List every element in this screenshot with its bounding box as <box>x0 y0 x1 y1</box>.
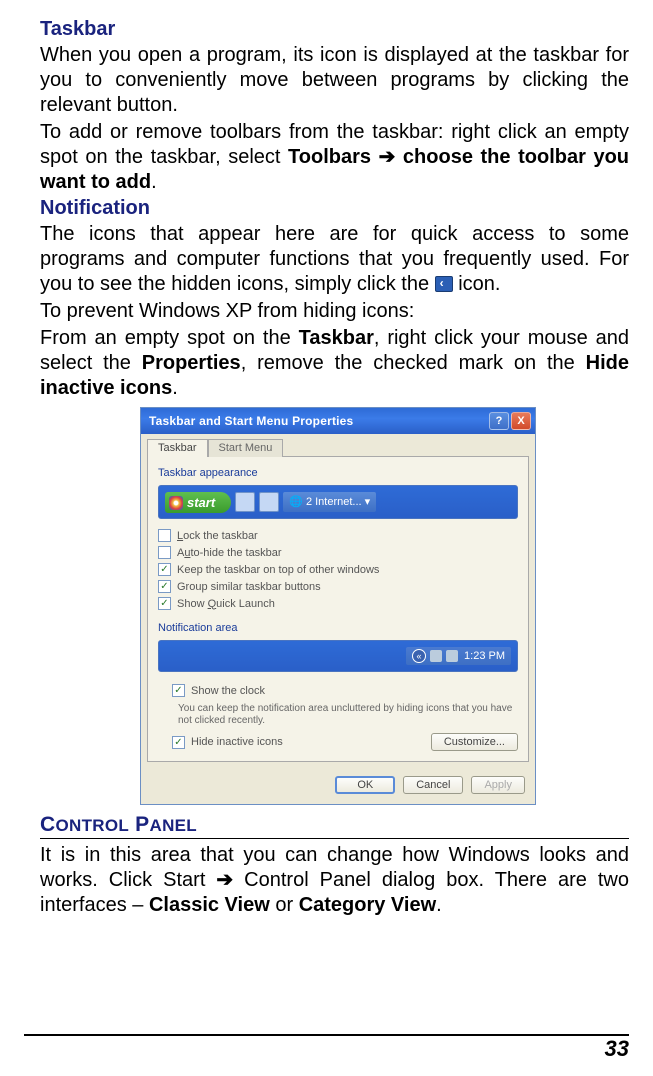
notification-preview: « 1:23 PM <box>158 640 518 672</box>
text: . <box>151 171 157 193</box>
dialog-titlebar: Taskbar and Start Menu Properties ? X <box>141 408 535 434</box>
start-button-preview: start <box>165 492 231 513</box>
group-taskbar-appearance: Taskbar appearance <box>158 467 518 479</box>
text: icon. <box>453 273 501 295</box>
bold-text: Properties <box>142 352 241 374</box>
taskbar-properties-dialog: Taskbar and Start Menu Properties ? X Ta… <box>140 407 536 805</box>
notification-paragraph-2: To prevent Windows XP from hiding icons: <box>40 299 629 324</box>
checkbox-show-clock[interactable]: Show the clock <box>172 682 518 699</box>
label: Keep the taskbar on top of other windows <box>177 564 379 576</box>
tray-expand-icon: « <box>412 649 426 663</box>
checkbox-autohide[interactable]: Auto-hide the taskbar <box>158 544 518 561</box>
notification-hint: You can keep the notification area unclu… <box>178 703 518 727</box>
quicklaunch-icon <box>259 492 279 512</box>
close-button[interactable]: X <box>511 412 531 430</box>
dialog-title: Taskbar and Start Menu Properties <box>149 414 487 428</box>
page-footer: 33 <box>24 1034 629 1062</box>
text: The icons that appear here are for quick… <box>40 223 629 295</box>
bold-text: Toolbars <box>288 146 379 168</box>
label: Hide inactive icons <box>191 736 283 748</box>
heading-taskbar: Taskbar <box>40 18 629 41</box>
tray-clock: 1:23 PM <box>464 650 505 662</box>
bold-text: Taskbar <box>299 327 374 349</box>
quicklaunch-icon <box>235 492 255 512</box>
tray-icon <box>430 650 442 662</box>
page-number: 33 <box>605 1036 629 1061</box>
arrow-icon: ➔ <box>216 869 233 891</box>
tab-taskbar[interactable]: Taskbar <box>147 439 208 457</box>
help-button[interactable]: ? <box>489 412 509 430</box>
checkbox-on-top[interactable]: Keep the taskbar on top of other windows <box>158 561 518 578</box>
taskbar-app-button: 🌐 2 Internet... ▾ <box>283 492 376 512</box>
checkbox-group-buttons[interactable]: Group similar taskbar buttons <box>158 578 518 595</box>
expand-tray-icon <box>435 276 453 292</box>
apply-button[interactable]: Apply <box>471 776 525 794</box>
bold-text: Classic View <box>149 894 270 916</box>
tab-start-menu[interactable]: Start Menu <box>208 439 284 457</box>
taskbar-preview: start 🌐 2 Internet... ▾ <box>158 485 518 519</box>
text: From an empty spot on the <box>40 327 299 349</box>
arrow-icon: ➔ <box>379 146 396 168</box>
text: or <box>270 894 299 916</box>
taskbar-paragraph-1: When you open a program, its icon is dis… <box>40 43 629 118</box>
bold-text: Category View <box>299 894 436 916</box>
group-notification-area: Notification area <box>158 622 518 634</box>
checkbox-quick-launch[interactable]: Show Quick Launch <box>158 595 518 612</box>
text: . <box>172 377 178 399</box>
customize-button[interactable]: Customize... <box>431 733 518 751</box>
control-panel-paragraph: It is in this area that you can change h… <box>40 843 629 918</box>
notification-paragraph-3: From an empty spot on the Taskbar, right… <box>40 326 629 401</box>
checkbox-hide-inactive[interactable]: Hide inactive icons <box>172 734 431 751</box>
notification-paragraph-1: The icons that appear here are for quick… <box>40 222 629 297</box>
text: 2 Internet... <box>306 496 362 508</box>
heading-control-panel: CONTROL PANEL <box>40 813 197 836</box>
cancel-button[interactable]: Cancel <box>403 776 463 794</box>
checkbox-lock-taskbar[interactable]: LLock the taskbarock the taskbar <box>158 527 518 544</box>
tray-icon <box>446 650 458 662</box>
text: , remove the checked mark on the <box>241 352 586 374</box>
label: Show the clock <box>191 685 265 697</box>
text: . <box>436 894 442 916</box>
label: Group similar taskbar buttons <box>177 581 321 593</box>
taskbar-paragraph-2: To add or remove toolbars from the taskb… <box>40 120 629 195</box>
ok-button[interactable]: OK <box>335 776 395 794</box>
heading-notification: Notification <box>40 197 629 220</box>
